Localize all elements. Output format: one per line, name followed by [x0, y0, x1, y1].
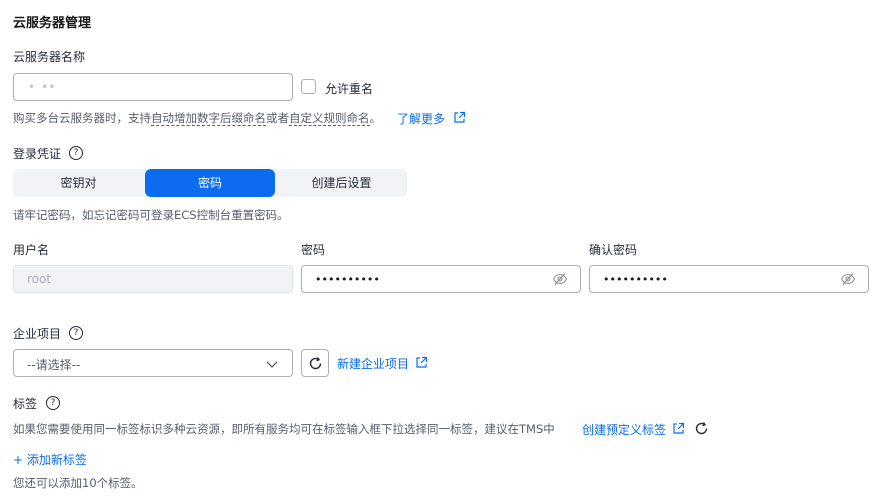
tags-label: 标签: [13, 397, 38, 411]
tab-keypair[interactable]: 密钥对: [13, 169, 144, 197]
custom-rule-term[interactable]: 自定义规则命名: [289, 111, 370, 126]
name-hint-prefix: 购买多台云服务器时，支持: [13, 111, 151, 125]
allow-duplicate-label: 允许重名: [325, 82, 374, 96]
enterprise-project-select[interactable]: --请选择--: [13, 349, 293, 377]
password-value: ••••••••••: [315, 273, 380, 286]
tab-password[interactable]: 密码: [145, 169, 275, 197]
confirm-password-input[interactable]: ••••••••••: [589, 265, 869, 293]
refresh-button[interactable]: [301, 349, 329, 377]
enterprise-project-label: 企业项目: [13, 327, 62, 341]
section-title: 云服务器管理: [13, 16, 92, 31]
chevron-down-icon: [266, 358, 278, 372]
tags-hint: 如果您需要使用同一标签标识多种云资源，即所有服务均可在标签输入框下拉选择同一标签…: [13, 422, 555, 436]
username-label: 用户名: [13, 243, 50, 257]
auto-increment-term[interactable]: 自动增加数字后缀命名: [151, 111, 266, 126]
add-tag-link[interactable]: + 添加新标签: [13, 451, 87, 468]
learn-more-link[interactable]: 了解更多: [397, 110, 445, 127]
help-icon[interactable]: ?: [69, 326, 83, 340]
credential-hint: 请牢记密码，如忘记密码可登录ECS控制台重置密码。: [13, 208, 289, 222]
help-icon[interactable]: ?: [69, 146, 83, 160]
server-name-label: 云服务器名称: [13, 50, 86, 64]
eye-off-icon[interactable]: [840, 272, 856, 289]
create-predefined-tag-link[interactable]: 创建预定义标签: [582, 421, 666, 438]
username-value: root: [27, 272, 52, 286]
password-label: 密码: [301, 243, 326, 257]
name-hint: 购买多台云服务器时，支持自动增加数字后缀命名或者自定义规则命名。: [13, 110, 381, 126]
confirm-password-label: 确认密码: [589, 243, 638, 257]
tags-remaining-hint: 您还可以添加10个标签。: [13, 476, 143, 490]
confirm-password-value: ••••••••••: [603, 273, 668, 286]
eye-off-icon[interactable]: [552, 272, 568, 289]
new-enterprise-project-link[interactable]: 新建企业项目: [337, 355, 409, 372]
allow-duplicate-checkbox[interactable]: [301, 79, 316, 94]
username-input: root: [13, 265, 293, 293]
login-credential-label: 登录凭证: [13, 147, 62, 161]
external-link-icon[interactable]: [453, 111, 466, 127]
enterprise-project-placeholder: --请选择--: [27, 358, 81, 372]
help-icon[interactable]: ?: [46, 396, 60, 410]
external-link-icon[interactable]: [415, 356, 428, 372]
name-hint-or: 或者: [266, 111, 289, 125]
external-link-icon[interactable]: [672, 422, 685, 438]
tab-set-later[interactable]: 创建后设置: [276, 169, 407, 197]
server-name-input[interactable]: • ••: [13, 73, 293, 101]
refresh-icon[interactable]: [694, 421, 709, 439]
password-input[interactable]: ••••••••••: [301, 265, 581, 293]
refresh-icon: [308, 356, 323, 374]
server-name-value: • ••: [28, 80, 56, 94]
name-hint-end: 。: [369, 111, 382, 125]
